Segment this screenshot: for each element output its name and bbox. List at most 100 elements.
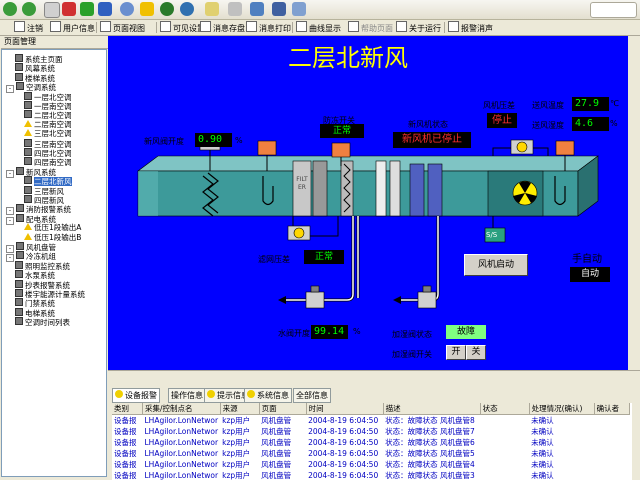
- tree-item[interactable]: 抄表报警系统: [15, 279, 70, 290]
- tree-item[interactable]: 三层新风: [24, 185, 64, 196]
- tab-device-alarm[interactable]: 设备报警: [112, 388, 160, 403]
- tree-item[interactable]: 三层南空调: [24, 138, 72, 149]
- humidifier-on-button[interactable]: 开: [446, 345, 466, 360]
- column-header[interactable]: 状态: [480, 403, 530, 415]
- expand-collapse-icon[interactable]: -: [6, 85, 14, 94]
- tree-item[interactable]: 照明监控系统: [15, 260, 70, 271]
- column-header[interactable]: 处理情况(确认): [529, 403, 595, 415]
- forward-icon[interactable]: [22, 2, 36, 16]
- humidifier-off-button[interactable]: 关: [466, 345, 486, 360]
- fresh-air-valve-label: 新风阀开度: [144, 137, 184, 146]
- page-icon: [24, 176, 32, 185]
- tree-item[interactable]: 二层北空调: [24, 110, 72, 120]
- column-header[interactable]: 描述: [383, 403, 481, 415]
- tree-item[interactable]: - 消防报警系统: [6, 204, 71, 216]
- table-cell: kzp用户: [222, 427, 251, 436]
- tree-item[interactable]: 电梯系统: [15, 307, 55, 318]
- tree-item[interactable]: 系统主页面: [15, 54, 63, 64]
- humidifier-valve-icon: [417, 291, 437, 309]
- supply-humidity-value: 4.6: [572, 117, 609, 131]
- fan-pressure-value: 停止: [487, 113, 517, 128]
- horizontal-scrollbar[interactable]: [108, 370, 640, 383]
- tree-item[interactable]: 楼梯系统: [15, 72, 55, 83]
- mail-icon[interactable]: [205, 2, 219, 16]
- stop-icon[interactable]: [62, 2, 76, 16]
- help-page-button[interactable]: 帮助页面: [348, 21, 393, 34]
- alarm-mute-button[interactable]: 报警消声: [448, 21, 493, 34]
- column-header[interactable]: 采集/控制点名: [142, 403, 221, 415]
- user-info-button[interactable]: 用户信息: [50, 21, 95, 34]
- tree-item[interactable]: 门禁系统: [15, 298, 55, 308]
- column-header[interactable]: 确认者: [594, 403, 630, 415]
- discuss-icon[interactable]: [272, 2, 286, 16]
- table-row[interactable]: 设备报 LHAgilor.LonNetwor kzp用户 风机盘管 2004-8-19 …: [112, 459, 629, 470]
- tree-item[interactable]: - 空调系统: [6, 82, 56, 94]
- messenger-icon[interactable]: [292, 2, 306, 16]
- page-icon: [24, 138, 32, 147]
- tree-item[interactable]: 水泵系统: [15, 270, 55, 280]
- table-cell: [480, 415, 529, 427]
- tree-item[interactable]: 低压1段输出B: [24, 232, 81, 242]
- table-row[interactable]: 设备报 LHAgilor.LonNetwor kzp用户 风机盘管 2004-8-19 …: [112, 415, 629, 427]
- tree-item[interactable]: - 冷冻机组: [6, 251, 56, 263]
- tab-operation-info[interactable]: 操作信息: [168, 388, 206, 403]
- tree-item[interactable]: - 配电系统: [6, 213, 56, 225]
- save-messages-button[interactable]: 消息存盘: [200, 21, 245, 34]
- column-header[interactable]: 页面: [259, 403, 307, 415]
- fan-status-label: 新风机状态: [408, 120, 448, 129]
- edit-icon[interactable]: [250, 2, 264, 16]
- tab-all-info[interactable]: 全部信息: [293, 388, 331, 403]
- folder-icon: [16, 82, 24, 91]
- column-header[interactable]: 来源: [220, 403, 260, 415]
- curve-display-button[interactable]: 曲线显示: [296, 21, 341, 34]
- tree-item[interactable]: 一层北空调: [24, 91, 72, 102]
- page-view-button[interactable]: 页面视图: [100, 21, 145, 34]
- alarm-grid: 类别 采集/控制点名 来源 页面 时间 描述 状态 处理情况(确认) 确认者 设备报 LHAgil…: [112, 403, 632, 480]
- logout-button[interactable]: 注销: [14, 21, 43, 34]
- tab-system-info[interactable]: 系统信息: [244, 388, 292, 403]
- search-icon[interactable]: [120, 2, 134, 16]
- tree-item[interactable]: 四层北空调: [24, 148, 72, 158]
- table-cell: [480, 448, 529, 459]
- system-icon: [247, 390, 255, 398]
- tree-item[interactable]: 楼宇能源计量系统: [15, 289, 85, 299]
- tree-item[interactable]: 低压1段输出A: [24, 223, 81, 232]
- tree-item[interactable]: 二层北新风: [24, 176, 72, 187]
- tree-item[interactable]: 四层南空调: [24, 157, 72, 167]
- tree-item[interactable]: 二层南空调: [24, 119, 72, 129]
- print-messages-button[interactable]: 消息打印: [246, 21, 291, 34]
- expand-collapse-icon[interactable]: -: [6, 216, 14, 225]
- vertical-scrollbar[interactable]: [628, 36, 640, 370]
- favorites-icon[interactable]: [140, 2, 154, 16]
- history-icon[interactable]: [180, 2, 194, 16]
- table-row[interactable]: 设备报 LHAgilor.LonNetwor kzp用户 风机盘管 2004-8-19 …: [112, 470, 629, 480]
- tree-item[interactable]: 风幕系统: [15, 63, 55, 73]
- expand-collapse-icon[interactable]: -: [6, 254, 14, 263]
- expand-collapse-icon[interactable]: -: [6, 169, 14, 178]
- refresh-icon[interactable]: [80, 2, 94, 16]
- tree-item[interactable]: - 风机盘管: [6, 242, 56, 253]
- about-button[interactable]: 关于运行: [396, 21, 441, 34]
- tree-item[interactable]: - 新风系统: [6, 166, 56, 178]
- page-icon[interactable]: [44, 2, 60, 18]
- tree-item[interactable]: 三层北空调: [24, 129, 72, 138]
- page-title: 二层北新风: [288, 44, 408, 72]
- back-icon[interactable]: [3, 2, 17, 16]
- column-header[interactable]: 类别: [112, 403, 143, 415]
- visibility-settings-button[interactable]: 可见设置: [160, 21, 205, 34]
- table-row[interactable]: 设备报 LHAgilor.LonNetwor kzp用户 风机盘管 2004-8-19 …: [112, 448, 629, 459]
- tree-item[interactable]: 四层新风: [24, 195, 64, 205]
- page-tree[interactable]: 系统主页面 风幕系统 楼梯系统 - 空调系统 一层北空调 一层南空调 二层北空调 二层南空调 三层…: [1, 49, 107, 477]
- prompt-icon: [207, 390, 215, 398]
- table-row[interactable]: 设备报 LHAgilor.LonNetwor kzp用户 风机盘管 2004-8-19 …: [112, 437, 629, 448]
- fan-start-button[interactable]: 风机启动: [464, 254, 528, 276]
- table-cell: 未确认: [531, 438, 554, 447]
- home-icon[interactable]: [98, 2, 112, 16]
- media-icon[interactable]: [160, 2, 174, 16]
- tree-item[interactable]: 一层南空调: [24, 101, 72, 111]
- column-header[interactable]: 时间: [306, 403, 384, 415]
- page-view-icon: [100, 21, 111, 32]
- tree-item[interactable]: 空调时间列表: [15, 317, 70, 327]
- table-row[interactable]: 设备报 LHAgilor.LonNetwor kzp用户 风机盘管 2004-8-19 …: [112, 426, 629, 437]
- print-icon[interactable]: [228, 2, 242, 16]
